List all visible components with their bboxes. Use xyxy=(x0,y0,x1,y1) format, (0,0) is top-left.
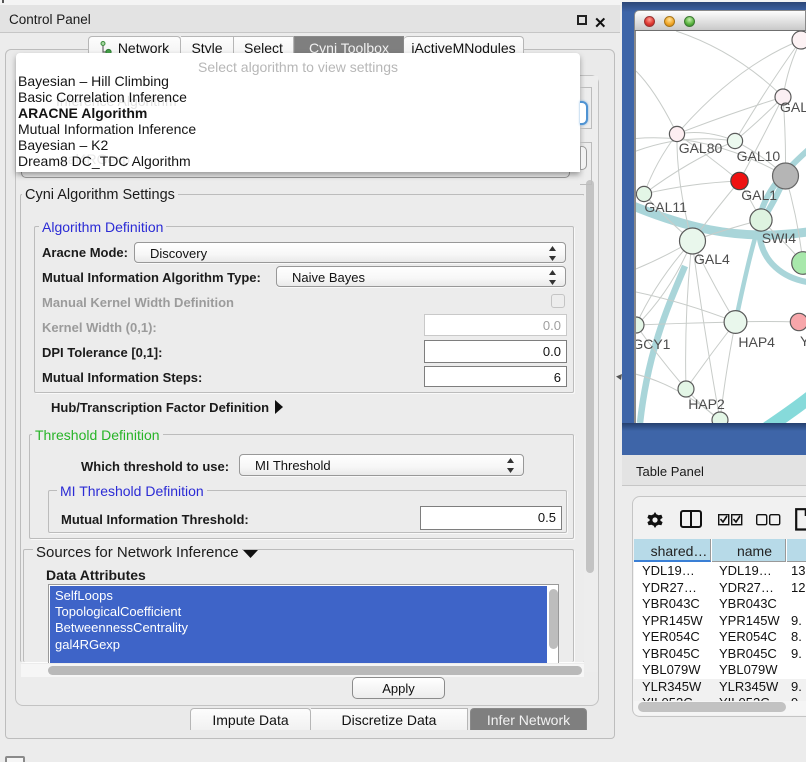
svg-text:HAP4: HAP4 xyxy=(738,334,775,350)
svg-text:GCY1: GCY1 xyxy=(636,336,671,352)
svg-text:GAL1: GAL1 xyxy=(741,187,777,203)
svg-text:SWI4: SWI4 xyxy=(762,230,796,246)
svg-text:GAL: GAL xyxy=(780,99,806,115)
svg-text:GAL11: GAL11 xyxy=(644,199,687,215)
svg-text:GAL4: GAL4 xyxy=(694,251,730,267)
svg-text:GAL10: GAL10 xyxy=(737,148,781,164)
svg-text:GAL80: GAL80 xyxy=(679,140,723,156)
svg-text:Y: Y xyxy=(800,333,806,349)
svg-text:HAP2: HAP2 xyxy=(688,396,725,412)
